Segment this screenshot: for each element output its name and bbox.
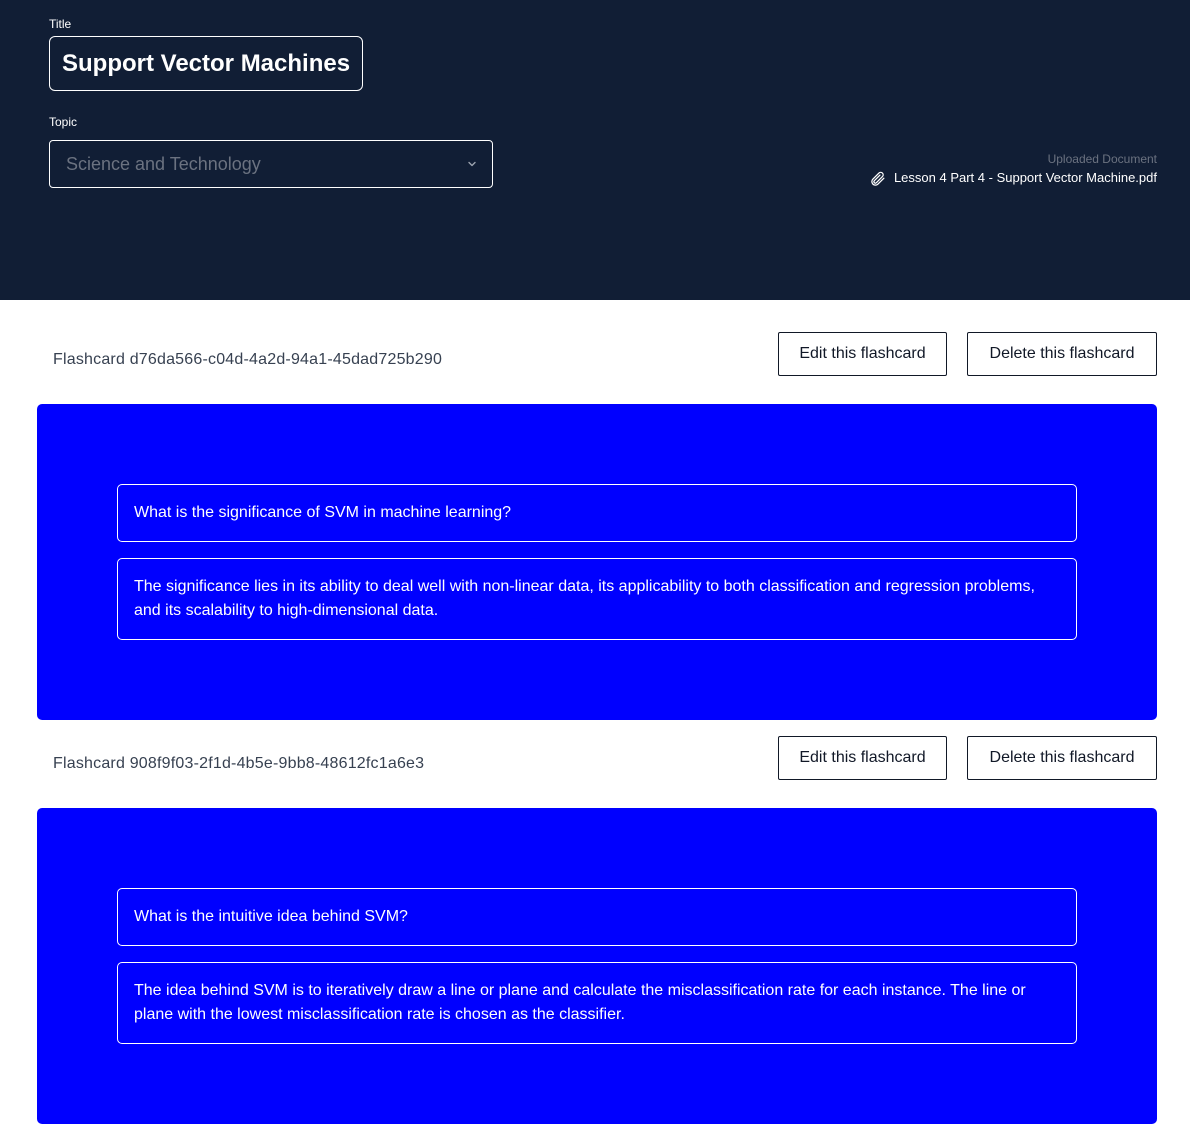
edit-flashcard-button[interactable]: Edit this flashcard [778,736,947,780]
topic-label: Topic [49,115,78,129]
flashcard-answer: The idea behind SVM is to iteratively dr… [117,962,1077,1044]
document-header: Title Support Vector Machines Topic Scie… [0,0,1190,300]
chevron-down-icon [468,161,476,167]
uploaded-document-link[interactable]: Lesson 4 Part 4 - Support Vector Machine… [869,169,1157,187]
uploaded-document: Uploaded Document Lesson 4 Part 4 - Supp… [869,151,1157,187]
uploaded-document-filename: Lesson 4 Part 4 - Support Vector Machine… [893,170,1157,185]
flashcard-question: What is the significance of SVM in machi… [117,484,1077,542]
topic-select-value: Science and Technology [66,153,261,174]
edit-flashcard-button[interactable]: Edit this flashcard [778,332,947,376]
flashcard-answer: The significance lies in its ability to … [117,558,1077,640]
delete-flashcard-button[interactable]: Delete this flashcard [967,736,1157,780]
paperclip-icon [871,171,885,186]
uploaded-document-label: Uploaded Document [1047,152,1157,166]
flashcard: What is the intuitive idea behind SVM? T… [37,808,1157,1124]
title-input[interactable]: Support Vector Machines [49,36,364,91]
topic-select[interactable]: Science and Technology [49,140,493,188]
flashcard-id-label: Flashcard 908f9f03-2f1d-4b5e-9bb8-48612f… [53,755,425,772]
flashcard-id-label: Flashcard d76da566-c04d-4a2d-94a1-45dad7… [53,351,443,368]
flashcard-question: What is the intuitive idea behind SVM? [117,888,1077,946]
flashcard: What is the significance of SVM in machi… [37,404,1157,720]
delete-flashcard-button[interactable]: Delete this flashcard [967,332,1157,376]
title-label: Title [49,17,72,31]
